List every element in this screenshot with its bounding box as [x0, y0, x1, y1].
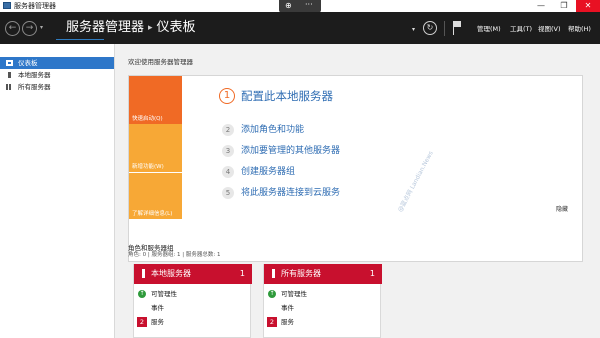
quick-start-panel: 快速启动(Q) 新增功能(W) 了解详细信息(L) 1 配置此本地服务器 2 添…: [128, 75, 583, 262]
sidebar: 仪表板 本地服务器 所有服务器: [0, 44, 115, 338]
breadcrumb-root[interactable]: 服务器管理器: [66, 20, 144, 35]
servers-icon: [6, 84, 13, 90]
minimize-button[interactable]: —: [530, 0, 552, 12]
card-count: 1: [239, 269, 245, 278]
maximize-button[interactable]: ❐: [553, 0, 575, 12]
sidebar-item-label: 本地服务器: [18, 71, 51, 79]
step-number: 3: [222, 145, 234, 157]
sidebar-item-label: 仪表板: [18, 59, 38, 67]
back-arrow-icon[interactable]: ←: [5, 21, 20, 36]
tile-label: 快速启动(Q): [132, 116, 163, 122]
history-dropdown-icon[interactable]: ▾: [40, 24, 43, 31]
card-title: 本地服务器: [151, 269, 191, 278]
server-icon: [272, 269, 275, 278]
zoom-icon[interactable]: ⊕: [285, 1, 292, 11]
server-icon: [142, 269, 145, 278]
sidebar-item-label: 所有服务器: [18, 83, 51, 91]
flag-cloth: [454, 21, 461, 27]
more-options-icon[interactable]: ···: [305, 0, 313, 10]
forward-arrow-icon[interactable]: →: [22, 21, 37, 36]
notifications-flag-icon[interactable]: [452, 21, 462, 35]
tile-quick-start[interactable]: 快速启动(Q): [129, 76, 182, 124]
header-divider: [444, 21, 445, 36]
close-button[interactable]: ✕: [576, 0, 600, 12]
dashboard-content: 欢迎使用服务器管理器 快速启动(Q) 新增功能(W) 了解详细信息(L) 1 配…: [115, 44, 600, 338]
row-label: 服务: [281, 318, 294, 326]
card-count: 1: [369, 269, 375, 278]
row-label: 可管理性: [151, 290, 177, 298]
row-events[interactable]: 事件: [264, 302, 382, 314]
menu-manage[interactable]: 管理(M): [477, 25, 501, 33]
sidebar-item-local-server[interactable]: 本地服务器: [0, 69, 114, 81]
alert-count-badge: 2: [137, 317, 147, 327]
row-label: 事件: [151, 304, 164, 312]
alert-count-badge: 2: [267, 317, 277, 327]
window-title: 服务器管理器: [14, 2, 56, 10]
menu-view[interactable]: 视图(V): [538, 25, 561, 33]
server-manager-app-icon: [3, 2, 11, 9]
title-accent-line: [56, 39, 104, 40]
card-local-server[interactable]: 本地服务器 1 ↑ 可管理性 事件 2 服务: [133, 264, 252, 338]
tile-label: 新增功能(W): [132, 164, 164, 170]
step-link[interactable]: 配置此本地服务器: [241, 89, 333, 103]
tile-learn-more[interactable]: 了解详细信息(L): [129, 172, 182, 219]
row-label: 服务: [151, 318, 164, 326]
chevron-down-icon[interactable]: ▾: [412, 26, 415, 33]
breadcrumb: 服务器管理器 ▸ 仪表板: [66, 20, 196, 37]
row-services[interactable]: 2 服务: [134, 316, 252, 328]
server-icon: [8, 72, 11, 78]
menu-tools[interactable]: 工具(T): [510, 25, 532, 33]
step-number: 4: [222, 166, 234, 178]
row-label: 事件: [281, 304, 294, 312]
step-number: 1: [219, 88, 235, 104]
welcome-heading: 欢迎使用服务器管理器: [128, 58, 193, 66]
card-header[interactable]: 所有服务器 1: [264, 264, 382, 284]
roles-summary: 角色: 0 | 服务器组: 1 | 服务器总数: 1: [128, 252, 221, 258]
step-link[interactable]: 将此服务器连接到云服务: [241, 187, 340, 199]
row-label: 可管理性: [281, 290, 307, 298]
sidebar-item-all-servers[interactable]: 所有服务器: [0, 81, 114, 93]
tile-whats-new[interactable]: 新增功能(W): [129, 124, 182, 172]
breadcrumb-separator-icon: ▸: [148, 23, 153, 33]
card-title: 所有服务器: [281, 269, 321, 278]
server-manager-window: 服务器管理器 ⊕ ··· — ❐ ✕ ← → ▾ 服务器管理器 ▸ 仪表板 ▾ ↻ …: [0, 0, 600, 338]
card-header[interactable]: 本地服务器 1: [134, 264, 252, 284]
row-manageability[interactable]: ↑ 可管理性: [264, 288, 382, 300]
sidebar-item-dashboard[interactable]: 仪表板: [0, 57, 114, 69]
row-services[interactable]: 2 服务: [264, 316, 382, 328]
menu-help[interactable]: 帮助(H): [568, 25, 591, 33]
row-manageability[interactable]: ↑ 可管理性: [134, 288, 252, 300]
card-all-servers[interactable]: 所有服务器 1 ↑ 可管理性 事件 2 服务: [263, 264, 382, 338]
status-ok-icon: ↑: [268, 290, 276, 298]
step-number: 5: [222, 187, 234, 199]
step-link[interactable]: 添加角色和功能: [241, 124, 304, 136]
dashboard-icon: [6, 60, 13, 66]
header-bar: ← → ▾ 服务器管理器 ▸ 仪表板 ▾ ↻ 管理(M) 工具(T) 视图(V) 帮…: [0, 12, 600, 44]
hide-link[interactable]: 隐藏: [556, 204, 568, 213]
tile-label: 了解详细信息(L): [132, 211, 173, 217]
step-link[interactable]: 创建服务器组: [241, 166, 295, 178]
breadcrumb-current: 仪表板: [156, 20, 196, 35]
step-link[interactable]: 添加要管理的其他服务器: [241, 145, 340, 157]
step-number: 2: [222, 124, 234, 136]
title-bar: 服务器管理器 ⊕ ··· — ❐ ✕: [0, 0, 600, 13]
refresh-icon[interactable]: ↻: [423, 21, 437, 35]
row-events[interactable]: 事件: [134, 302, 252, 314]
status-ok-icon: ↑: [138, 290, 146, 298]
